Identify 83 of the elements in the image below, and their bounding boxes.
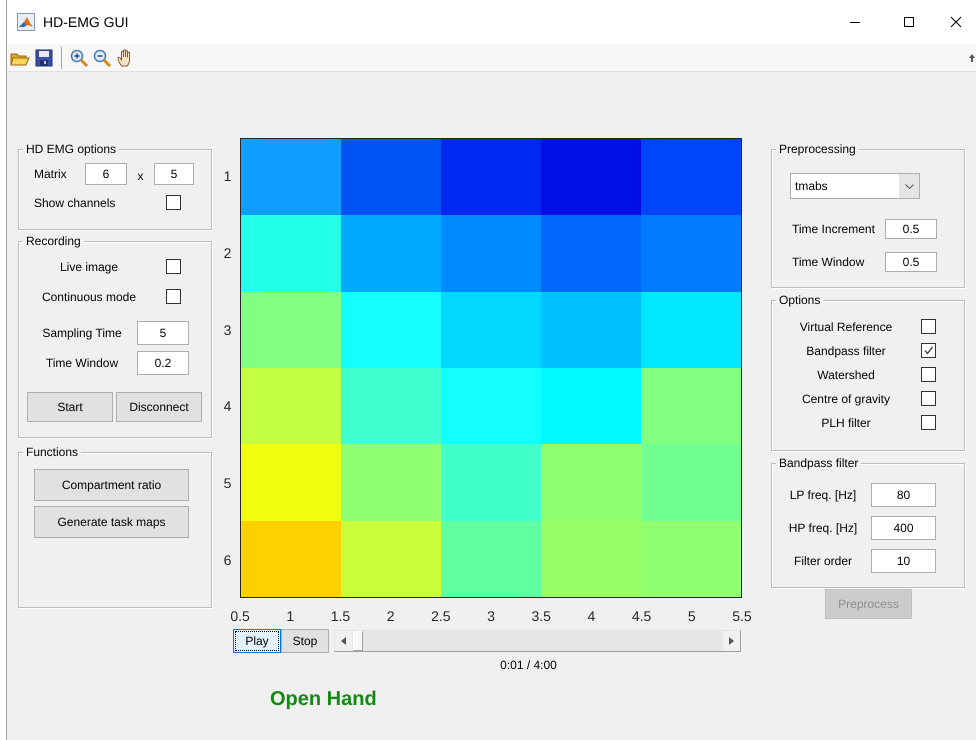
checkbox-label: Virtual Reference bbox=[798, 320, 894, 334]
axis-tick-label: 0.5 bbox=[229, 608, 251, 624]
input-field[interactable]: 400 bbox=[871, 516, 936, 540]
recording-button[interactable]: Start bbox=[27, 392, 113, 422]
checkbox-label: Show channels bbox=[34, 196, 116, 210]
checkbox[interactable] bbox=[921, 367, 936, 382]
axis-tick-label: 1 bbox=[285, 608, 296, 624]
axis-tick-label: 4.5 bbox=[630, 608, 652, 624]
field-label: LP freq. [Hz] bbox=[788, 488, 858, 502]
axis-tick-label: 5 bbox=[686, 608, 697, 624]
time-slider[interactable] bbox=[334, 630, 741, 652]
axis-tick-label: 3.5 bbox=[530, 608, 552, 624]
checkbox-label: Continuous mode bbox=[40, 290, 138, 304]
checkbox-label: Centre of gravity bbox=[800, 392, 892, 406]
axis-tick-label: 1.5 bbox=[330, 608, 352, 624]
checkbox[interactable] bbox=[166, 195, 181, 210]
axis-tick-label: 5.5 bbox=[731, 608, 753, 624]
axis-tick-label: 2 bbox=[386, 608, 396, 624]
panel-title: Options bbox=[778, 294, 822, 306]
scroll-right-button[interactable] bbox=[723, 631, 740, 651]
window-title: HD-EMG GUI bbox=[43, 14, 129, 30]
axis-tick-label: 3 bbox=[486, 608, 496, 624]
checkbox[interactable] bbox=[921, 319, 936, 334]
checkbox-label: PLH filter bbox=[820, 416, 872, 430]
maximize-icon bbox=[903, 16, 915, 28]
checkbox[interactable] bbox=[921, 343, 936, 358]
right-arrow-icon bbox=[729, 637, 734, 645]
axis-tick-label: 2 bbox=[222, 244, 232, 263]
checkbox-label: Watershed bbox=[816, 368, 876, 382]
input-field[interactable]: 6 bbox=[85, 163, 127, 185]
time-label: 0:01 / 4:00 bbox=[499, 658, 558, 672]
checkbox-label: Bandpass filter bbox=[805, 344, 887, 358]
method-dropdown[interactable]: tmabs bbox=[790, 173, 920, 199]
checkbox-label: Live image bbox=[58, 260, 120, 274]
playback-button[interactable]: Stop bbox=[281, 629, 329, 653]
left-arrow-icon bbox=[341, 637, 346, 645]
panel-title: HD EMG options bbox=[25, 143, 118, 155]
scroll-left-button[interactable] bbox=[335, 631, 352, 651]
slider-thumb[interactable] bbox=[353, 631, 364, 651]
input-field[interactable]: 0.5 bbox=[885, 219, 937, 239]
panel-title: Functions bbox=[25, 446, 80, 458]
field-label: Time Window bbox=[792, 255, 866, 269]
input-field[interactable]: 10 bbox=[871, 549, 936, 573]
checkbox[interactable] bbox=[921, 415, 936, 430]
check-icon bbox=[922, 344, 935, 357]
input-field[interactable]: 0.2 bbox=[137, 351, 189, 375]
input-field[interactable]: 5 bbox=[154, 163, 194, 185]
field-label: Time Increment bbox=[792, 222, 876, 236]
field-label: Sampling Time bbox=[41, 326, 123, 340]
zoom-out-icon[interactable] bbox=[93, 48, 111, 66]
recording-button[interactable]: Disconnect bbox=[116, 392, 202, 422]
chevron-down-icon bbox=[904, 184, 914, 188]
dock-arrow-icon[interactable] bbox=[968, 52, 976, 62]
axis-tick-label: 1 bbox=[222, 167, 232, 186]
field-label: Matrix bbox=[34, 167, 68, 181]
playback-button[interactable]: Play bbox=[233, 629, 281, 653]
axis-tick-label: 3 bbox=[222, 320, 232, 340]
field-label: Filter order bbox=[792, 554, 853, 568]
panel-title: Bandpass filter bbox=[778, 457, 860, 469]
input-field[interactable]: 0.5 bbox=[885, 252, 937, 272]
panel-title: Recording bbox=[25, 235, 82, 247]
checkbox[interactable] bbox=[166, 259, 181, 274]
preprocess-button: Preprocess bbox=[825, 589, 912, 619]
panel-title: Preprocessing bbox=[778, 143, 857, 155]
zoom-in-icon[interactable] bbox=[70, 48, 88, 66]
axis-tick-label: 4 bbox=[222, 397, 232, 416]
field-label: Time Window bbox=[44, 356, 120, 370]
checkbox[interactable] bbox=[166, 289, 181, 304]
axis-tick-label: 5 bbox=[222, 474, 232, 494]
axis-tick-label: 6 bbox=[222, 550, 232, 570]
field-label: HP freq. [Hz] bbox=[788, 521, 858, 535]
dropdown-value: tmabs bbox=[794, 179, 829, 193]
times-label: x bbox=[136, 169, 144, 183]
axis-tick-label: 4 bbox=[586, 608, 596, 624]
input-field[interactable]: 80 bbox=[871, 483, 936, 507]
app-icon bbox=[17, 13, 35, 31]
input-field[interactable]: 5 bbox=[137, 321, 189, 345]
checkbox[interactable] bbox=[921, 391, 936, 406]
axis-tick-label: 2.5 bbox=[430, 608, 452, 624]
function-button[interactable]: Compartment ratio bbox=[34, 469, 189, 501]
close-icon bbox=[950, 16, 962, 28]
gesture-label: Open Hand bbox=[270, 688, 378, 711]
function-button[interactable]: Generate task maps bbox=[34, 506, 189, 538]
